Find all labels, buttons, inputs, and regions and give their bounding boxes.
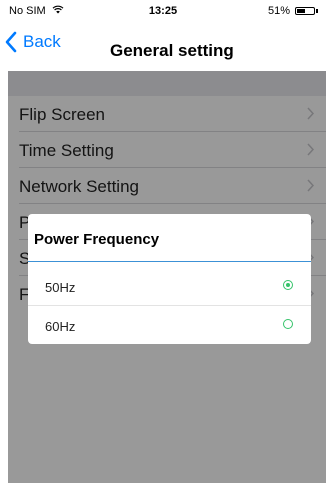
option-label: 60Hz — [45, 319, 76, 334]
radio-dot — [286, 283, 290, 287]
dialog-title: Power Frequency — [34, 231, 160, 248]
battery-icon — [295, 7, 315, 15]
battery-tip — [316, 9, 318, 13]
status-bar: No SIM 13:25 51% — [0, 0, 326, 20]
option-60hz[interactable]: 60Hz — [28, 306, 311, 344]
status-right: 51% — [268, 5, 318, 17]
option-label: 50Hz — [45, 280, 76, 295]
radio-unselected-icon[interactable] — [283, 319, 293, 329]
dialog-title-divider — [28, 261, 311, 262]
page-title: General setting — [110, 41, 234, 60]
back-label: Back — [23, 32, 61, 51]
option-50hz[interactable]: 50Hz — [28, 267, 311, 306]
radio-selected-icon[interactable] — [283, 280, 293, 290]
battery-fill — [297, 9, 305, 13]
chevron-left-icon — [5, 31, 17, 53]
back-button[interactable]: Back — [4, 31, 61, 53]
battery-percent: 51% — [267, 5, 290, 17]
power-frequency-dialog: Power Frequency 50Hz 60Hz — [28, 214, 311, 344]
navigation-bar: Back General setting — [0, 20, 326, 64]
